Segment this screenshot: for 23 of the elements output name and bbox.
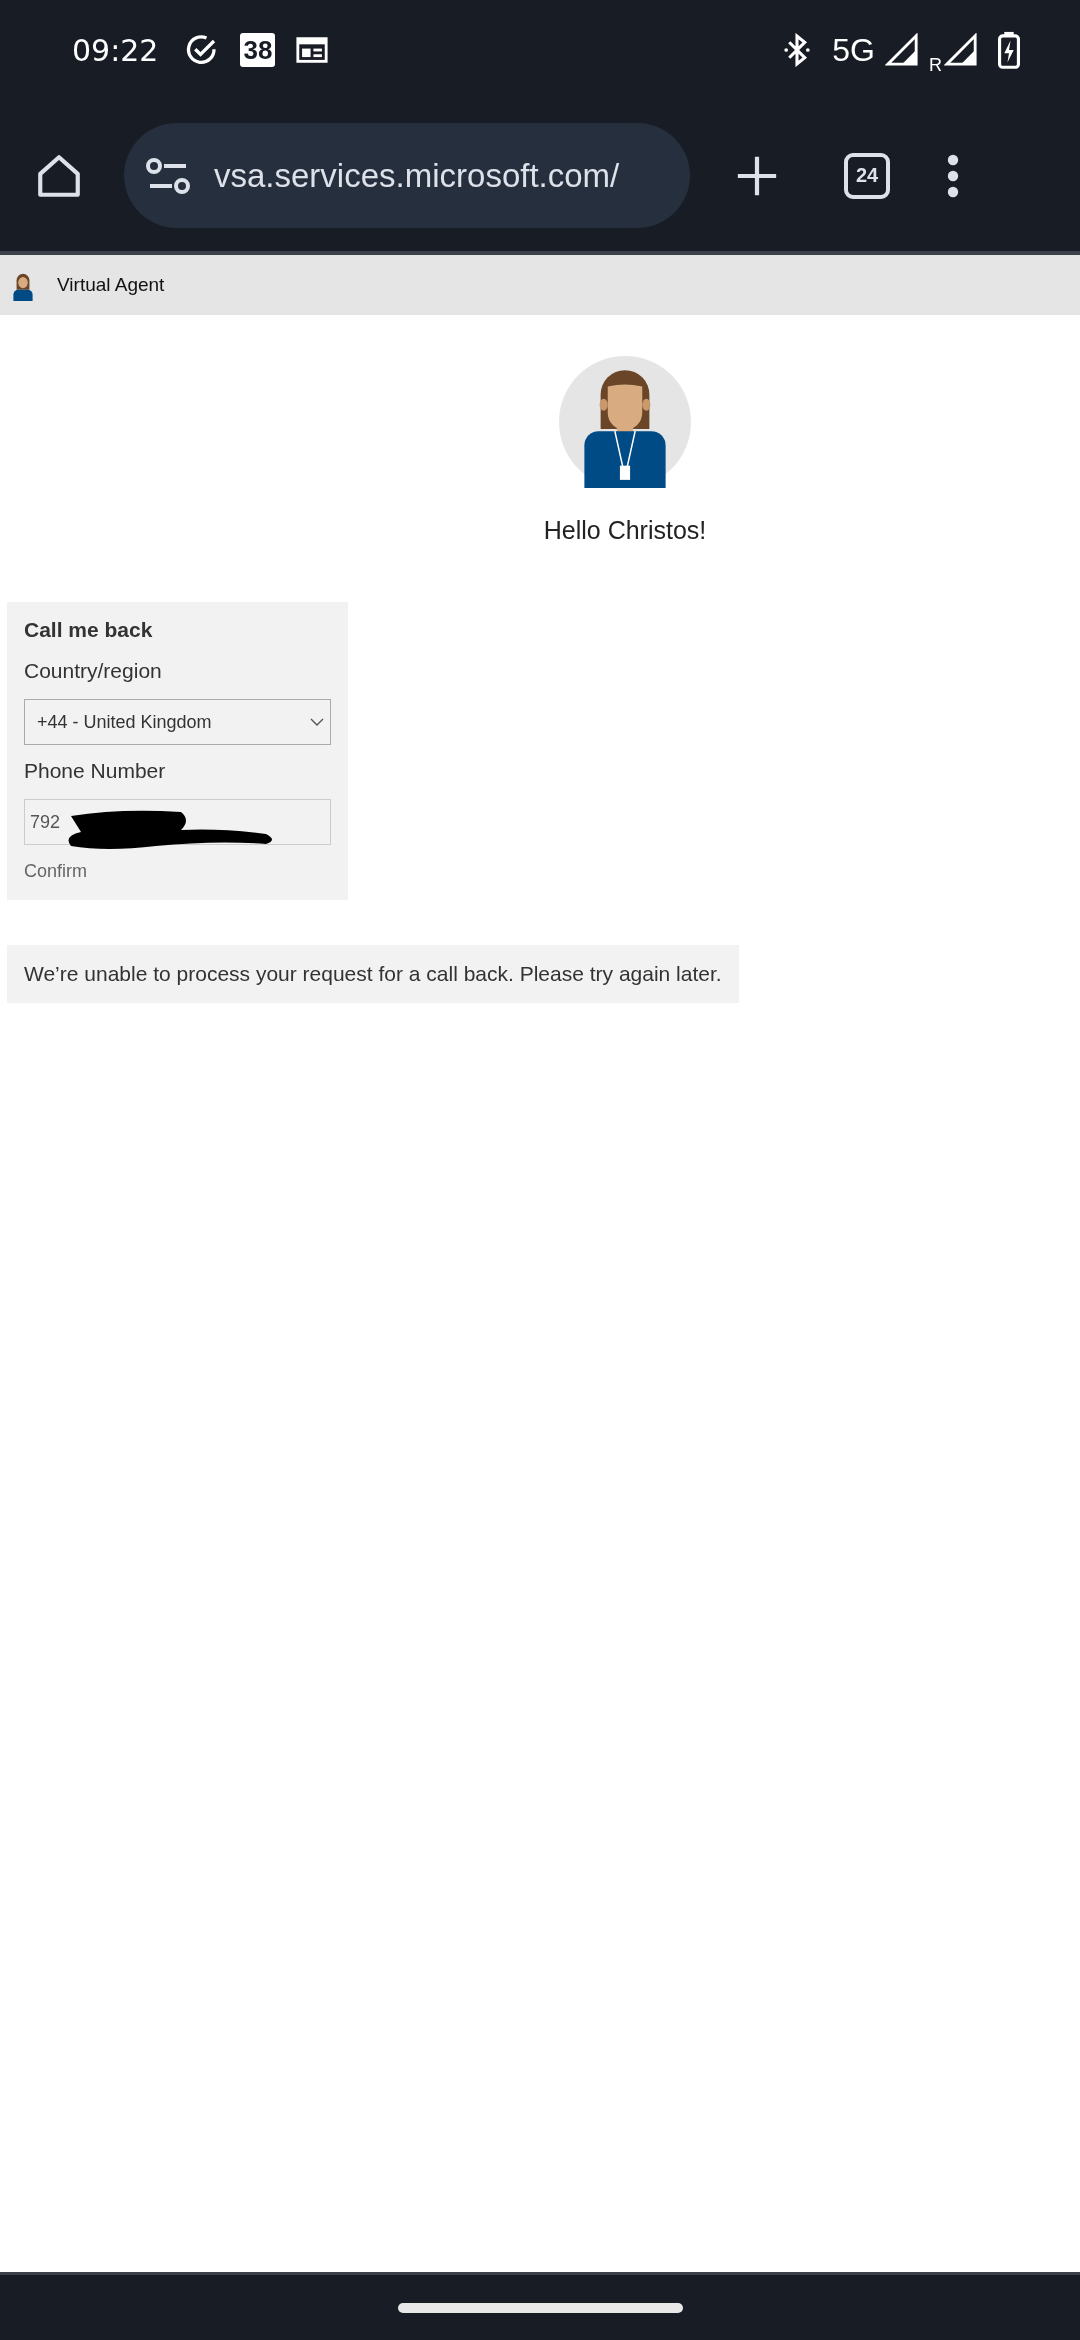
network-type: 5G (832, 31, 875, 69)
signal-icon (885, 33, 919, 67)
bluetooth-icon (784, 33, 811, 67)
confirm-button[interactable]: Confirm (24, 861, 87, 882)
page-title: Virtual Agent (57, 274, 165, 296)
tab-count-button[interactable]: 24 (844, 152, 890, 199)
form-title: Call me back (24, 618, 153, 642)
menu-icon (946, 153, 960, 198)
newspaper-icon (295, 34, 330, 66)
roaming-indicator: R (929, 54, 942, 76)
country-dropdown[interactable]: +44 - United Kingdom (24, 699, 331, 745)
greeting: Hello Christos! (543, 516, 707, 545)
signal-icon (944, 33, 978, 67)
address-bar[interactable]: vsa.services.microsoft.com/ (124, 123, 690, 228)
calendar-badge: 38 (240, 33, 276, 67)
clock: 09:22 (72, 32, 159, 68)
field-label: Country/region (24, 659, 162, 683)
url-text: vsa.services.microsoft.com/ (214, 156, 620, 195)
field-label: Phone Number (24, 759, 166, 783)
error-message: We’re unable to process your request for a call back. Please try again later. (7, 945, 739, 1003)
chevron-down-icon (310, 717, 324, 727)
battery-charging-icon (998, 31, 1020, 69)
gesture-handle[interactable] (397, 2302, 683, 2313)
